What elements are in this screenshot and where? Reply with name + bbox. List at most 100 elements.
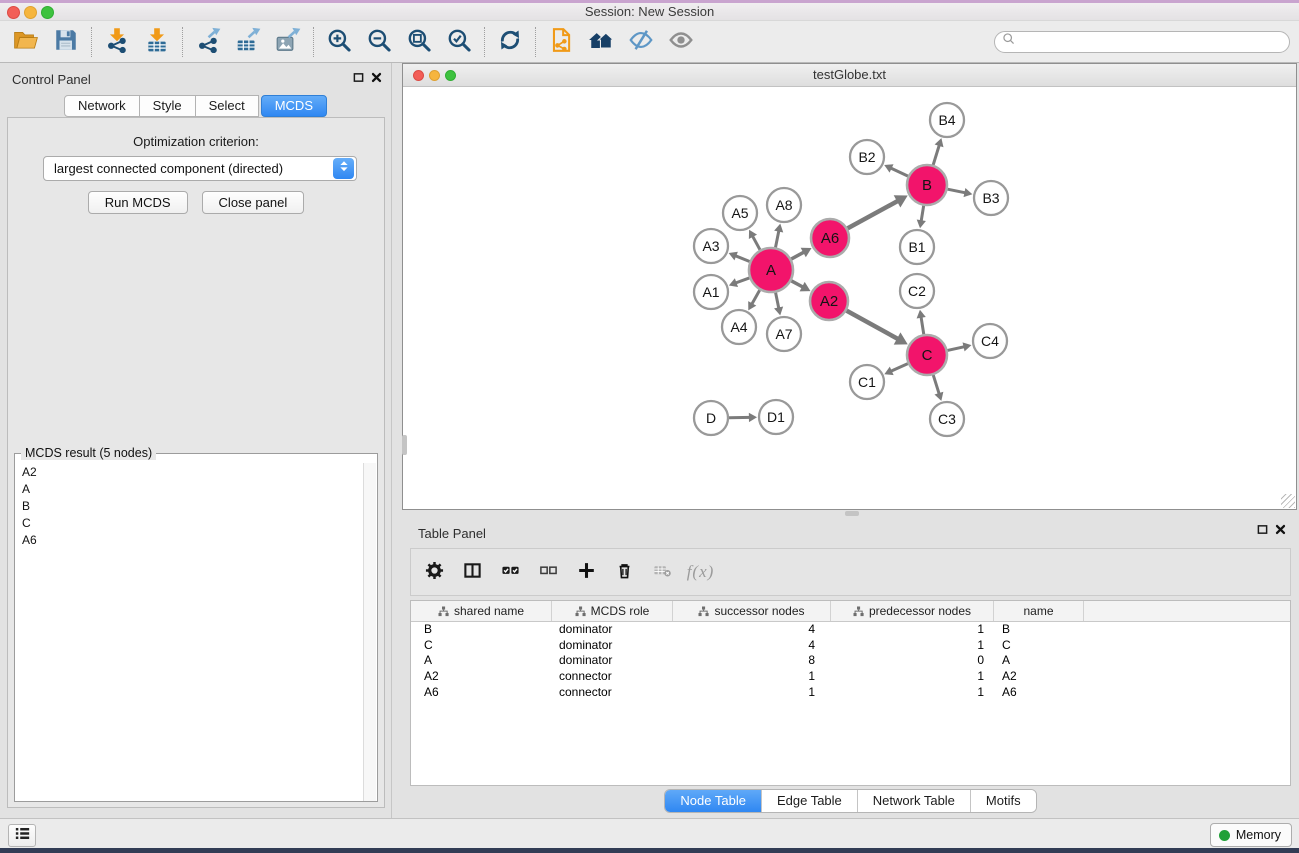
edge-A-A8[interactable] — [776, 231, 779, 248]
close-window-icon[interactable] — [7, 6, 20, 19]
tab-node-table[interactable]: Node Table — [665, 790, 762, 812]
table-row[interactable]: Adominator80A — [411, 653, 1290, 669]
zoom-fit-button[interactable] — [399, 24, 439, 60]
task-history-button[interactable] — [8, 824, 36, 847]
close-panel-button[interactable]: Close panel — [202, 191, 305, 214]
edge-A-A2[interactable] — [791, 281, 803, 287]
delete-column-button[interactable] — [609, 555, 640, 589]
minimize-window-icon[interactable] — [24, 6, 37, 19]
table-row[interactable]: Cdominator41C — [411, 638, 1290, 654]
zoom-out-button[interactable] — [359, 24, 399, 60]
cell[interactable]: C — [411, 638, 552, 654]
cell[interactable]: 4 — [673, 638, 831, 654]
cell[interactable]: 1 — [673, 669, 831, 685]
table-close-panel-icon[interactable] — [1273, 524, 1287, 538]
home-button[interactable] — [581, 24, 621, 60]
close-panel-icon[interactable] — [369, 72, 383, 86]
zoom-window-icon[interactable] — [41, 6, 54, 19]
cell[interactable]: 0 — [831, 653, 994, 669]
show-panel-button[interactable] — [661, 24, 701, 60]
edge-B-B3[interactable] — [948, 189, 966, 193]
edge-A2-C[interactable] — [847, 311, 898, 339]
edge-C-C1[interactable] — [891, 364, 908, 372]
edge-A6-B[interactable] — [848, 201, 898, 229]
run-mcds-button[interactable]: Run MCDS — [88, 191, 188, 214]
cell[interactable]: A6 — [994, 685, 1084, 701]
window-resize-grip[interactable] — [1281, 494, 1295, 508]
mcds-result-item[interactable]: C — [15, 514, 364, 531]
edge-A-A5[interactable] — [752, 236, 760, 250]
search-input[interactable] — [994, 31, 1290, 53]
mcds-result-item[interactable]: A — [15, 480, 364, 497]
table-row[interactable]: Bdominator41B — [411, 622, 1290, 638]
refresh-button[interactable] — [490, 24, 530, 60]
deselect-all-columns-button[interactable] — [533, 555, 564, 589]
export-table-button[interactable] — [228, 24, 268, 60]
result-scrollbar[interactable] — [363, 463, 376, 801]
network-minimize-icon[interactable] — [429, 70, 440, 81]
node-table[interactable]: shared nameMCDS rolesuccessor nodesprede… — [410, 600, 1291, 786]
cell[interactable]: 8 — [673, 653, 831, 669]
tab-network[interactable]: Network — [64, 95, 140, 117]
cell[interactable]: dominator — [552, 622, 673, 638]
cell[interactable]: dominator — [552, 638, 673, 654]
edge-A-A4[interactable] — [752, 290, 760, 304]
edge-C-C3[interactable] — [933, 375, 939, 394]
table-row[interactable]: A2connector11A2 — [411, 669, 1290, 685]
toggle-column-view-button[interactable] — [457, 555, 488, 589]
save-session-button[interactable] — [46, 24, 86, 60]
select-all-columns-button[interactable] — [495, 555, 526, 589]
column-header-MCDS-role[interactable]: MCDS role — [552, 601, 673, 621]
cell[interactable]: A — [411, 653, 552, 669]
memory-button[interactable]: Memory — [1210, 823, 1292, 847]
cell[interactable]: A2 — [411, 669, 552, 685]
zoom-in-button[interactable] — [319, 24, 359, 60]
edge-B-B2[interactable] — [891, 168, 908, 176]
mcds-result-list[interactable]: A2ABCA6 — [15, 463, 364, 801]
table-row[interactable]: A6connector11A6 — [411, 685, 1290, 701]
edge-C-C2[interactable] — [921, 317, 924, 334]
horizontal-scrollbar-thumb[interactable] — [845, 511, 859, 516]
table-settings-button[interactable] — [419, 555, 450, 589]
network-close-icon[interactable] — [413, 70, 424, 81]
cell[interactable]: B — [994, 622, 1084, 638]
export-image-button[interactable] — [268, 24, 308, 60]
cell[interactable]: 1 — [673, 685, 831, 701]
cell[interactable]: 1 — [831, 669, 994, 685]
edge-A-A6[interactable] — [791, 252, 804, 259]
zoom-selected-button[interactable] — [439, 24, 479, 60]
column-header-predecessor-nodes[interactable]: predecessor nodes — [831, 601, 994, 621]
edge-B-B1[interactable] — [921, 206, 924, 222]
tab-network-table[interactable]: Network Table — [858, 790, 971, 812]
import-network-button[interactable] — [97, 24, 137, 60]
edge-C-C4[interactable] — [947, 347, 964, 351]
cell[interactable]: A6 — [411, 685, 552, 701]
tab-select[interactable]: Select — [195, 95, 259, 117]
edge-A-A1[interactable] — [736, 278, 750, 283]
column-header-shared-name[interactable]: shared name — [411, 601, 552, 621]
hide-panels-button[interactable] — [621, 24, 661, 60]
cell[interactable]: connector — [552, 669, 673, 685]
network-canvas[interactable]: B4B2BB3A8A5A6A3B1AA1C2A2A4A7C4CC1C3DD1 — [403, 87, 1296, 509]
float-panel-icon[interactable] — [351, 72, 365, 86]
cell[interactable]: A2 — [994, 669, 1084, 685]
cell[interactable]: B — [411, 622, 552, 638]
import-table-button[interactable] — [137, 24, 177, 60]
vertical-scrollbar-thumb[interactable] — [402, 435, 407, 455]
edge-A-A3[interactable] — [735, 256, 749, 262]
cell[interactable]: C — [994, 638, 1084, 654]
tab-motifs[interactable]: Motifs — [971, 790, 1036, 812]
cell[interactable]: 4 — [673, 622, 831, 638]
cell[interactable]: A — [994, 653, 1084, 669]
edge-A-A7[interactable] — [776, 293, 779, 309]
mcds-result-item[interactable]: A6 — [15, 531, 364, 548]
column-header-successor-nodes[interactable]: successor nodes — [673, 601, 831, 621]
tab-edge-table[interactable]: Edge Table — [762, 790, 858, 812]
mcds-result-item[interactable]: B — [15, 497, 364, 514]
cell[interactable]: dominator — [552, 653, 673, 669]
network-zoom-icon[interactable] — [445, 70, 456, 81]
tab-mcds[interactable]: MCDS — [261, 95, 327, 117]
cell[interactable]: 1 — [831, 622, 994, 638]
add-column-button[interactable] — [571, 555, 602, 589]
open-session-button[interactable] — [6, 24, 46, 60]
